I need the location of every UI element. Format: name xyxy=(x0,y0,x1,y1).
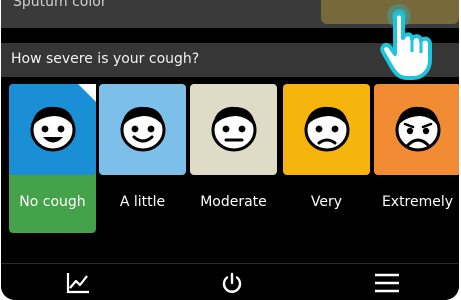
nav-chart-button[interactable] xyxy=(48,264,108,300)
question-text: How severe is your cough? xyxy=(11,51,200,67)
smile-face-icon xyxy=(120,106,166,152)
option-label: No cough xyxy=(19,194,86,210)
option-tile xyxy=(190,84,277,175)
previous-question-label: Sputum color xyxy=(13,0,107,10)
happy-face-icon xyxy=(30,106,76,152)
option-a-little[interactable]: A little xyxy=(99,84,186,233)
option-moderate[interactable]: Moderate xyxy=(190,84,277,233)
option-very[interactable]: Very xyxy=(283,84,370,233)
neutral-face-icon xyxy=(211,106,257,152)
sad-face-icon xyxy=(304,106,350,152)
power-icon xyxy=(222,272,242,293)
option-label: Moderate xyxy=(200,194,267,210)
option-tile xyxy=(374,84,459,175)
option-no-cough[interactable]: No cough xyxy=(9,84,96,233)
device-screen: Sputum color How severe is your cough? N… xyxy=(1,0,459,300)
very-sad-face-icon xyxy=(395,106,441,152)
option-label: Very xyxy=(310,194,343,210)
answer-options: No cough A little Moderate Very Extremel… xyxy=(1,84,459,234)
nav-power-button[interactable] xyxy=(202,264,262,300)
option-extremely[interactable]: Extremely xyxy=(374,84,459,233)
bottom-navigation xyxy=(1,263,459,300)
tap-pointer-hand-icon xyxy=(380,4,432,80)
option-tile xyxy=(99,84,186,175)
page-fold-icon xyxy=(78,84,96,102)
option-label: A little xyxy=(119,194,166,210)
option-tile xyxy=(9,84,96,175)
chart-icon xyxy=(66,272,89,293)
hamburger-menu-icon xyxy=(375,273,399,292)
option-tile xyxy=(283,84,370,175)
nav-menu-button[interactable] xyxy=(357,264,417,300)
option-label: Extremely xyxy=(381,194,454,210)
